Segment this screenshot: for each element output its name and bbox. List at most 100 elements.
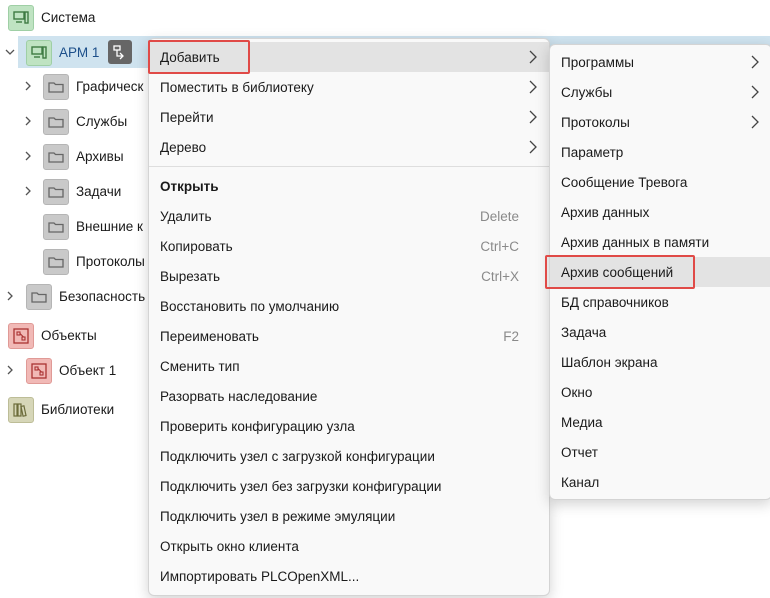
submenu-item-alarm-message[interactable]: Сообщение Тревога [550, 167, 770, 197]
submenu-item-label: Параметр [561, 144, 624, 160]
submenu-item-label: БД справочников [561, 294, 669, 310]
chevron-right-icon [751, 55, 759, 69]
annotation-highlight-add [148, 40, 250, 74]
folder-icon [43, 109, 69, 135]
chevron-right-icon[interactable] [23, 116, 33, 126]
tree-label: Внешние к [76, 218, 143, 234]
tree-label: Задачи [76, 183, 122, 199]
workstation-icon [26, 40, 52, 66]
menu-item-label: Проверить конфигурацию узла [160, 418, 355, 434]
menu-item-label: Дерево [160, 139, 207, 155]
menu-item-label: Перейти [160, 109, 214, 125]
submenu-item-services[interactable]: Службы [550, 77, 770, 107]
submenu-item-data-archive[interactable]: Архив данных [550, 197, 770, 227]
menu-item-open-client-window[interactable]: Открыть окно клиента [149, 531, 549, 561]
submenu-item-label: Архив данных в памяти [561, 234, 710, 250]
submenu-item-label: Окно [561, 384, 593, 400]
folder-icon [43, 74, 69, 100]
folder-icon [43, 179, 69, 205]
menu-item-change-type[interactable]: Сменить тип [149, 351, 549, 381]
menu-item-tree[interactable]: Дерево [149, 132, 549, 162]
library-icon [8, 397, 34, 423]
submenu-item-label: Задача [561, 324, 607, 340]
menu-item-delete[interactable]: Удалить Delete [149, 201, 549, 231]
menu-item-label: Открыть окно клиента [160, 538, 299, 554]
chevron-down-icon[interactable] [5, 47, 15, 57]
chevron-right-icon [529, 140, 537, 154]
menu-item-label: Поместить в библиотеку [160, 79, 314, 95]
submenu-item-task[interactable]: Задача [550, 317, 770, 347]
menu-item-restore-default[interactable]: Восстановить по умолчанию [149, 291, 549, 321]
submenu-item-label: Медиа [561, 414, 603, 430]
submenu-item-label: Программы [561, 54, 634, 70]
menu-item-label: Восстановить по умолчанию [160, 298, 340, 314]
menu-item-import-plcopenxml[interactable]: Импортировать PLCOpenXML... [149, 561, 549, 591]
tree-label: Библиотеки [41, 401, 115, 417]
menu-item-goto[interactable]: Перейти [149, 102, 549, 132]
tree-label: Архивы [76, 148, 124, 164]
submenu-item-label: Архив данных [561, 204, 650, 220]
submenu-item-protocols[interactable]: Протоколы [550, 107, 770, 137]
menu-item-shortcut: Ctrl+X [481, 268, 519, 284]
menu-item-label: Подключить узел без загрузки конфигураци… [160, 478, 442, 494]
chevron-right-icon [529, 50, 537, 64]
menu-item-check-config[interactable]: Проверить конфигурацию узла [149, 411, 549, 441]
submenu-item-label: Канал [561, 474, 600, 490]
submenu-item-label: Сообщение Тревога [561, 174, 688, 190]
menu-item-label: Удалить [160, 208, 212, 224]
menu-item-copy[interactable]: Копировать Ctrl+C [149, 231, 549, 261]
submenu-item-memory-data-archive[interactable]: Архив данных в памяти [550, 227, 770, 257]
chevron-right-icon[interactable] [23, 186, 33, 196]
chevron-right-icon [751, 85, 759, 99]
submenu-item-reference-db[interactable]: БД справочников [550, 287, 770, 317]
tree-label: Объект 1 [59, 362, 117, 378]
menu-item-label: Разорвать наследование [160, 388, 318, 404]
menu-item-open[interactable]: Открыть [149, 171, 549, 201]
chevron-right-icon [529, 80, 537, 94]
chevron-right-icon[interactable] [5, 365, 15, 375]
submenu-item-label: Отчет [561, 444, 598, 460]
menu-item-shortcut: F2 [503, 328, 519, 344]
menu-item-label: Импортировать PLCOpenXML... [160, 568, 360, 584]
menu-separator [149, 166, 549, 167]
submenu-item-parameter[interactable]: Параметр [550, 137, 770, 167]
chevron-right-icon[interactable] [23, 81, 33, 91]
menu-item-connect-without-load[interactable]: Подключить узел без загрузки конфигураци… [149, 471, 549, 501]
menu-item-label: Вырезать [160, 268, 221, 284]
menu-item-connect-with-load[interactable]: Подключить узел с загрузкой конфигурации [149, 441, 549, 471]
submenu-item-screen-template[interactable]: Шаблон экрана [550, 347, 770, 377]
submenu-item-label: Протоколы [561, 114, 630, 130]
submenu-item-window[interactable]: Окно [550, 377, 770, 407]
tree-label: АРМ 1 [59, 44, 100, 60]
menu-item-break-inheritance[interactable]: Разорвать наследование [149, 381, 549, 411]
submenu-item-media[interactable]: Медиа [550, 407, 770, 437]
submenu-item-channel[interactable]: Канал [550, 467, 770, 497]
submenu-item-programs[interactable]: Программы [550, 47, 770, 77]
folder-icon [43, 249, 69, 275]
menu-item-place-in-library[interactable]: Поместить в библиотеку [149, 72, 549, 102]
tree-label: Службы [76, 113, 128, 129]
menu-item-label: Копировать [160, 238, 233, 254]
tree-label: Объекты [41, 327, 97, 343]
objects-icon [8, 323, 34, 349]
chevron-right-icon [751, 115, 759, 129]
context-menu: Добавить Поместить в библиотеку Перейти … [148, 38, 550, 596]
chevron-right-icon [529, 110, 537, 124]
chevron-right-icon[interactable] [5, 291, 15, 301]
submenu-item-label: Службы [561, 84, 613, 100]
node-action-button[interactable] [108, 40, 132, 64]
tree-label: Система [41, 9, 96, 25]
menu-item-label: Подключить узел в режиме эмуляции [160, 508, 396, 524]
menu-item-cut[interactable]: Вырезать Ctrl+X [149, 261, 549, 291]
menu-item-label: Сменить тип [160, 358, 240, 374]
menu-item-connect-emulation[interactable]: Подключить узел в режиме эмуляции [149, 501, 549, 531]
annotation-highlight-message-archive [545, 255, 695, 289]
menu-item-label: Открыть [160, 178, 219, 194]
submenu-item-report[interactable]: Отчет [550, 437, 770, 467]
folder-icon [26, 284, 52, 310]
menu-item-rename[interactable]: Переименовать F2 [149, 321, 549, 351]
submenu-item-label: Шаблон экрана [561, 354, 658, 370]
menu-item-label: Подключить узел с загрузкой конфигурации [160, 448, 435, 464]
node-action-icon [113, 45, 124, 60]
chevron-right-icon[interactable] [23, 151, 33, 161]
